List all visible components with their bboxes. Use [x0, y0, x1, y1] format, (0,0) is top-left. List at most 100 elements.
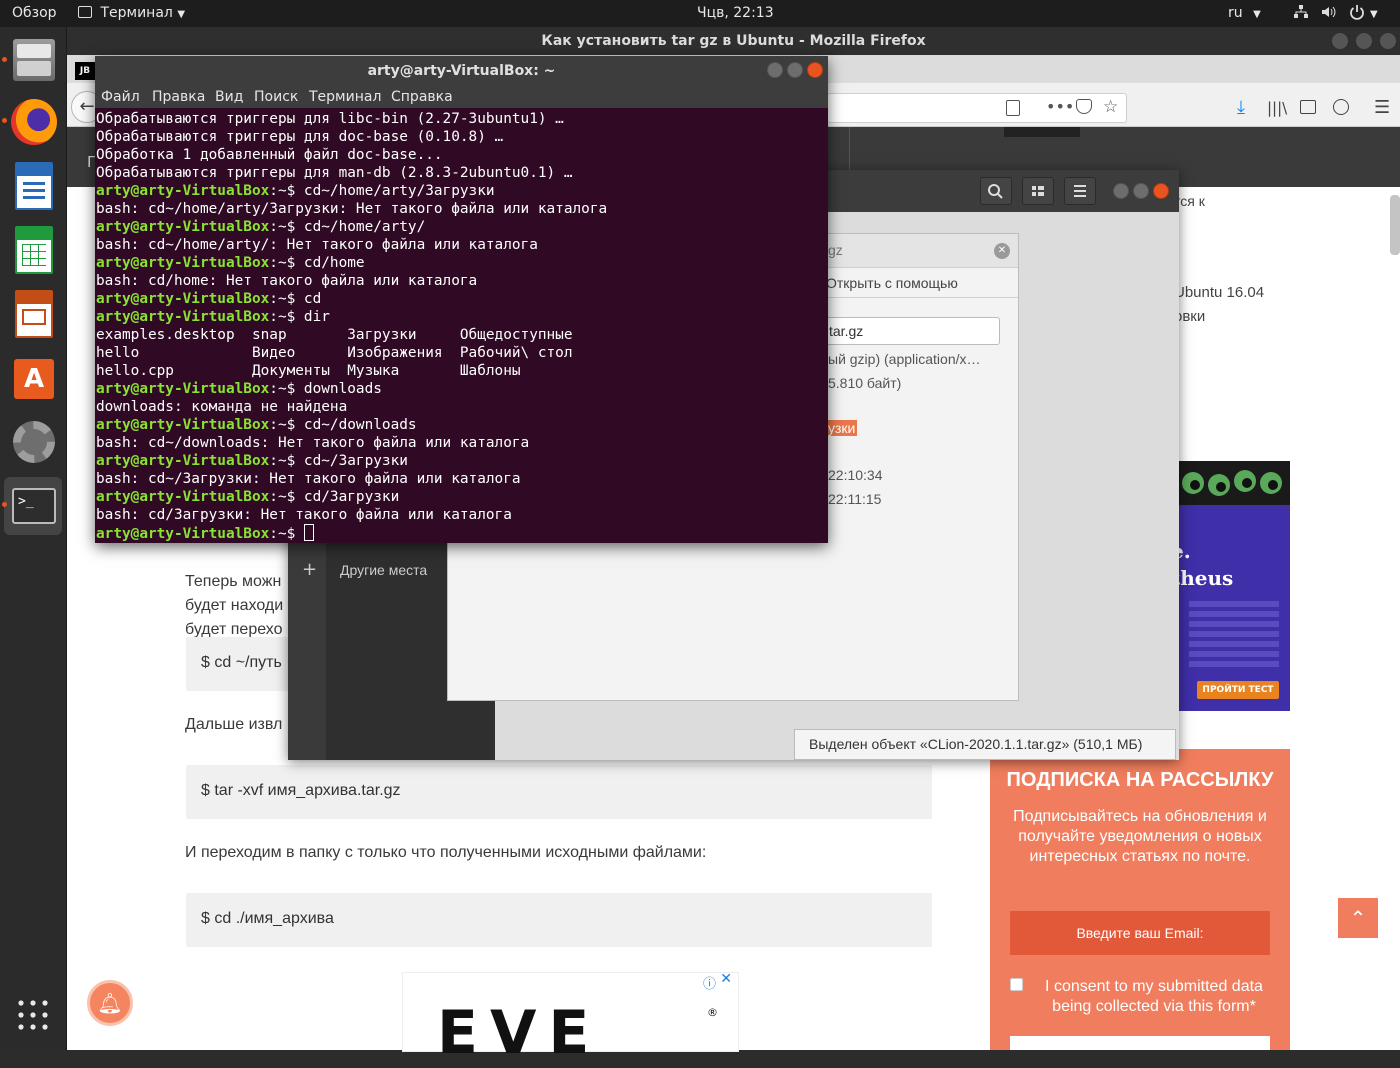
maximize-button[interactable]: [1133, 183, 1149, 199]
grid-view-icon: [1032, 186, 1044, 196]
download-icon[interactable]: ⤓: [1237, 97, 1245, 118]
menu-terminal[interactable]: Терминал: [309, 89, 381, 105]
terminal-menubar: Файл Правка Вид Поиск Терминал Справка: [95, 86, 828, 108]
view-toggle-button[interactable]: [1022, 177, 1054, 205]
subscribe-description: Подписывайтесь на обновления и получайте…: [1013, 808, 1267, 865]
terminal-output[interactable]: Обрабатываются триггеры для libc-bin (2.…: [96, 110, 826, 542]
dock-files[interactable]: [2, 32, 62, 90]
close-icon[interactable]: ✕: [994, 243, 1010, 259]
star-bookmark-icon[interactable]: ☆: [1103, 97, 1118, 117]
menu-file[interactable]: Файл: [101, 89, 140, 105]
terminal-prompt: arty@arty-VirtualBox: [96, 219, 270, 235]
more-actions-icon[interactable]: •••: [1046, 97, 1074, 116]
app-menu-label: Терминал: [100, 5, 173, 21]
tab-open-with[interactable]: Открыть с помощью: [826, 275, 958, 291]
url-bar[interactable]: ••• ☆: [827, 93, 1127, 123]
pocket-icon[interactable]: [1076, 99, 1092, 114]
app-menu[interactable]: Терминал ▼: [78, 5, 185, 21]
type-value: ый gzip) (application/x…: [828, 351, 981, 367]
close-button[interactable]: [807, 62, 823, 78]
show-applications-grid-icon[interactable]: [17, 999, 49, 1031]
close-button[interactable]: [1380, 33, 1396, 49]
dock-calc[interactable]: [4, 221, 62, 279]
maximize-button[interactable]: [787, 62, 803, 78]
dock-settings[interactable]: [4, 413, 62, 471]
activities-button[interactable]: Обзор: [12, 5, 57, 21]
notification-bell-icon[interactable]: 🔔︎: [87, 980, 133, 1026]
menu-edit[interactable]: Правка: [152, 89, 205, 105]
menu-help[interactable]: Справка: [391, 89, 453, 105]
maximize-button[interactable]: [1356, 33, 1372, 49]
dock: A >_: [0, 27, 67, 1050]
terminal-prompt: arty@arty-VirtualBox: [96, 417, 270, 433]
chevron-down-icon[interactable]: ▼: [1370, 5, 1378, 21]
sidebar-item-other-locations[interactable]: Другие места: [340, 562, 427, 578]
article-paragraph: Теперь можн будет находи будет перехо: [185, 570, 283, 642]
dock-writer[interactable]: [4, 157, 62, 215]
ad-text: e.: [1179, 539, 1191, 563]
terminal-output-line: bash: cd/Загрузки: Нет такого файла или …: [96, 507, 512, 523]
volume-icon[interactable]: [1320, 4, 1338, 24]
dock-software[interactable]: A: [4, 349, 62, 407]
ad-info-icon[interactable]: ⓘ: [703, 973, 716, 992]
file-cabinet-icon: [13, 39, 55, 81]
code-block[interactable]: $ tar -xvf имя_архива.tar.gz: [186, 765, 932, 819]
size-value: 5.810 байт): [828, 375, 902, 391]
menu-button[interactable]: [1064, 177, 1096, 205]
dock-firefox[interactable]: [2, 93, 62, 151]
terminal-output-line: hello Видео Изображения Рабочий\ стол: [96, 345, 573, 361]
dock-impress[interactable]: [4, 285, 62, 343]
clock[interactable]: Чцв, 22:13: [697, 5, 774, 21]
menu-view[interactable]: Вид: [215, 89, 243, 105]
terminal-output-line: Обрабатываются триггеры для man-db (2.8.…: [96, 165, 573, 181]
window-title: Как установить tar gz в Ubuntu - Mozilla…: [541, 33, 926, 49]
language-indicator[interactable]: ru ▼: [1228, 5, 1261, 21]
name-field[interactable]: tar.gz: [808, 317, 1000, 345]
reader-view-icon[interactable]: [1006, 100, 1020, 116]
running-indicator: [2, 118, 7, 123]
code-text: $ cd ~/путь: [201, 654, 282, 671]
consent-label: I consent to my submitted data being col…: [1045, 978, 1263, 1015]
code-block[interactable]: $ cd ./имя_архива: [186, 893, 932, 947]
menu-hamburger-icon[interactable]: ☰: [1374, 97, 1390, 118]
submit-area[interactable]: [1010, 1036, 1270, 1050]
terminal-command: :~$: [269, 526, 304, 542]
minimize-button[interactable]: [767, 62, 783, 78]
ad-cta-button[interactable]: ПРОЙТИ ТЕСТ: [1197, 681, 1279, 699]
side-advertisement[interactable]: e. theus ПРОЙТИ ТЕСТ: [1179, 461, 1290, 711]
hamburger-menu-icon: [1074, 185, 1086, 197]
ad-text: theus: [1179, 566, 1234, 590]
minimize-button[interactable]: [1113, 183, 1129, 199]
terminal-output-line: bash: cd~/home/arty/: Нет такого файла и…: [96, 237, 538, 253]
jetbrains-icon[interactable]: JB: [75, 62, 95, 80]
ad-eyes-graphic: [1179, 461, 1290, 505]
email-input[interactable]: Введите ваш Email:: [1010, 911, 1270, 955]
impress-presentation-icon: [15, 290, 53, 338]
terminal-icon: >_: [12, 488, 56, 524]
sidebar-toggle-icon[interactable]: [1300, 100, 1316, 114]
scroll-to-top-button[interactable]: ⌃: [1338, 898, 1378, 938]
library-icon[interactable]: |||\: [1267, 99, 1287, 117]
terminal-command-line: arty@arty-VirtualBox:~$ cd~/Загрузки: [96, 452, 826, 470]
minimize-button[interactable]: [1332, 33, 1348, 49]
consent-checkbox[interactable]: [1010, 978, 1023, 991]
settings-gear-icon: [13, 421, 55, 463]
terminal-command: :~$ downloads: [269, 381, 382, 397]
header-element: [1004, 127, 1080, 137]
parent-folder-link[interactable]: узки: [826, 420, 858, 436]
paragraph-line: будет находи: [185, 597, 284, 614]
page-scrollbar[interactable]: [1390, 195, 1400, 255]
power-icon[interactable]: [1349, 4, 1365, 24]
menu-search[interactable]: Поиск: [254, 89, 298, 105]
network-icon[interactable]: [1293, 4, 1309, 24]
terminal-command-line: arty@arty-VirtualBox:~$ dir: [96, 308, 826, 326]
account-icon[interactable]: [1333, 99, 1349, 115]
terminal-prompt: arty@arty-VirtualBox: [96, 309, 270, 325]
calc-spreadsheet-icon: [15, 226, 53, 274]
close-button[interactable]: [1153, 183, 1169, 199]
dock-terminal[interactable]: >_: [2, 477, 62, 535]
search-button[interactable]: [980, 177, 1012, 205]
ad-close-icon[interactable]: ✕: [720, 971, 732, 987]
plus-icon[interactable]: +: [302, 559, 317, 580]
bottom-advertisement[interactable]: ⓘ ✕ EVE ®: [402, 971, 739, 1063]
